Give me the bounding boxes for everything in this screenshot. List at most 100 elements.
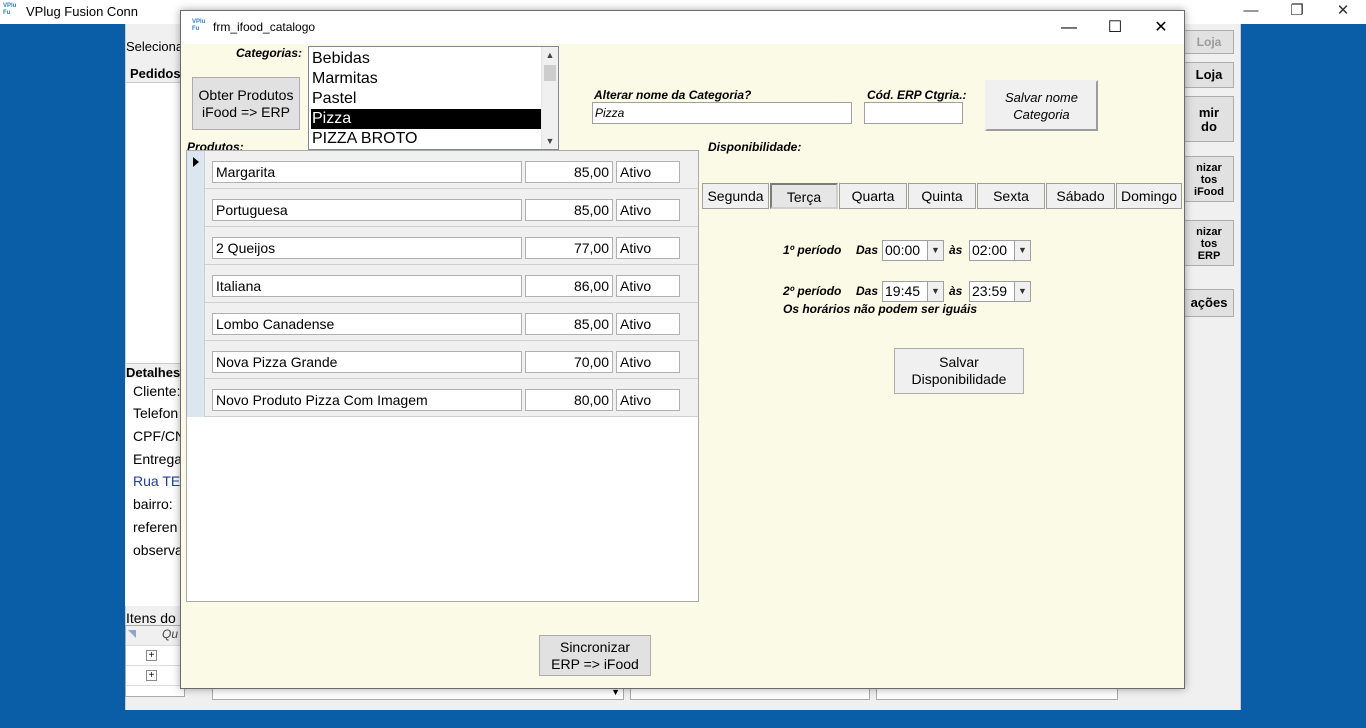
minimize-icon[interactable]: —	[1046, 11, 1092, 44]
category-scrollbar[interactable]: ▲ ▼	[541, 47, 558, 149]
product-price-cell[interactable]: 70,00	[525, 351, 613, 373]
desktop-left	[0, 24, 125, 728]
product-name-cell[interactable]: Portuguesa	[212, 199, 522, 221]
periodo1-to-select[interactable]: 02:00 ▼	[969, 240, 1031, 261]
chevron-down-icon[interactable]: ▼	[1014, 241, 1030, 260]
das-label-1: Das	[856, 243, 879, 257]
chevron-down-icon[interactable]: ▼	[927, 282, 943, 301]
bg-button-imprimir[interactable]: mir do	[1184, 96, 1234, 142]
product-price-cell[interactable]: 80,00	[525, 389, 613, 411]
salvar-nome-categoria-button[interactable]: Salvar nome Categoria	[985, 80, 1098, 131]
close-icon[interactable]: ✕	[1138, 11, 1184, 44]
product-name-cell[interactable]: 2 Queijos	[212, 237, 522, 259]
main-minimize-icon[interactable]: —	[1228, 0, 1274, 24]
product-name-cell[interactable]: Nova Pizza Grande	[212, 351, 522, 373]
product-name-cell[interactable]: Italiana	[212, 275, 522, 297]
sincronizar-erp-ifood-button[interactable]: Sincronizar ERP => iFood	[539, 635, 651, 676]
table-row[interactable]: +	[126, 666, 186, 686]
bg-button-loja[interactable]: Loja	[1184, 62, 1234, 88]
product-price-cell[interactable]: 85,00	[525, 199, 613, 221]
row-header[interactable]	[187, 379, 205, 417]
periodo1-from-select[interactable]: 00:00 ▼	[882, 240, 944, 261]
table-row[interactable]: Nova Pizza Grande 70,00 Ativo	[187, 341, 698, 379]
grid-header-qu: Qu	[162, 627, 179, 641]
table-row[interactable]: +	[126, 646, 186, 666]
categorias-label: Categorias:	[236, 46, 303, 60]
periodo2-to-select[interactable]: 23:59 ▼	[969, 281, 1031, 302]
pedidos-list[interactable]	[125, 82, 185, 364]
products-grid[interactable]: Margarita 85,00 Ativo Portuguesa 85,00 Ativo 2…	[186, 150, 699, 602]
bg-bottom-combo[interactable]: ▼	[212, 687, 624, 700]
tab-quinta[interactable]: Quinta	[908, 183, 976, 209]
cod-erp-label: Cód. ERP Ctgria.:	[867, 88, 967, 102]
category-listbox[interactable]: Bebidas Marmitas Pastel Pizza PIZZA BROT…	[308, 46, 559, 150]
table-row[interactable]: Novo Produto Pizza Com Imagem 80,00 Ativo	[187, 379, 698, 417]
row-header[interactable]	[187, 189, 205, 227]
product-status-cell[interactable]: Ativo	[616, 389, 680, 411]
bairro-label: bairro:	[133, 496, 173, 512]
periodo2-from-select[interactable]: 19:45 ▼	[882, 281, 944, 302]
disponibilidade-label: Disponibilidade:	[708, 140, 802, 154]
product-price-cell[interactable]: 85,00	[525, 161, 613, 183]
expand-plus-icon[interactable]: +	[146, 670, 157, 681]
cod-erp-input[interactable]	[864, 102, 963, 124]
product-status-cell[interactable]: Ativo	[616, 275, 680, 297]
table-row[interactable]: Italiana 86,00 Ativo	[187, 265, 698, 303]
tab-sexta[interactable]: Sexta	[977, 183, 1045, 209]
row-header[interactable]	[187, 303, 205, 341]
tab-quarta[interactable]: Quarta	[839, 183, 907, 209]
das-label-2: Das	[856, 284, 879, 298]
maximize-icon[interactable]: ☐	[1092, 11, 1138, 44]
salvar-disponibilidade-button[interactable]: Salvar Disponibilidade	[894, 348, 1024, 394]
tab-sbado[interactable]: Sábado	[1046, 183, 1115, 209]
bg-button-sync-ifood[interactable]: nizar tos iFood	[1184, 156, 1234, 202]
category-item[interactable]: PIZZA BROTO	[311, 129, 541, 149]
category-item[interactable]: Pastel	[311, 89, 541, 109]
category-name-input[interactable]: Pizza	[592, 102, 852, 124]
product-status-cell[interactable]: Ativo	[616, 351, 680, 373]
scroll-thumb[interactable]	[544, 65, 556, 81]
category-item[interactable]: Bebidas	[311, 49, 541, 69]
scroll-down-icon[interactable]: ▼	[542, 133, 558, 149]
main-close-icon[interactable]: ✕	[1320, 0, 1366, 24]
main-restore-icon[interactable]: ❐	[1274, 0, 1320, 24]
table-row[interactable]: 2 Queijos 77,00 Ativo	[187, 227, 698, 265]
product-status-cell[interactable]: Ativo	[616, 199, 680, 221]
product-status-cell[interactable]: Ativo	[616, 237, 680, 259]
product-status-cell[interactable]: Ativo	[616, 313, 680, 335]
bg-bottom-field-3[interactable]	[876, 688, 1118, 700]
chevron-down-icon[interactable]: ▼	[927, 241, 943, 260]
telefone-label: Telefon	[133, 405, 179, 421]
row-header[interactable]	[187, 227, 205, 265]
category-item[interactable]: Marmitas	[311, 69, 541, 89]
chevron-down-icon[interactable]: ▼	[1014, 282, 1030, 301]
obter-produtos-button[interactable]: Obter Produtos iFood => ERP	[192, 77, 300, 130]
category-item-selected[interactable]: Pizza	[311, 109, 541, 129]
product-price-cell[interactable]: 86,00	[525, 275, 613, 297]
product-name-cell[interactable]: Lombo Canadense	[212, 313, 522, 335]
bg-bottom-field-2[interactable]	[630, 688, 870, 700]
product-price-cell[interactable]: 77,00	[525, 237, 613, 259]
product-name-cell[interactable]: Margarita	[212, 161, 522, 183]
tab-tera[interactable]: Terça	[770, 183, 838, 209]
bg-button-sync-erp[interactable]: nizar tos ERP	[1184, 220, 1234, 266]
scroll-up-icon[interactable]: ▲	[542, 47, 558, 63]
table-row[interactable]: Margarita 85,00 Ativo	[187, 151, 698, 189]
horarios-warning: Os horários não podem ser iguáis	[783, 302, 978, 316]
bg-button-loja-disabled: Loja	[1184, 30, 1234, 54]
product-status-cell[interactable]: Ativo	[616, 161, 680, 183]
bg-button-configuracoes[interactable]: ações	[1184, 289, 1234, 317]
table-row[interactable]: Portuguesa 85,00 Ativo	[187, 189, 698, 227]
row-header[interactable]	[187, 265, 205, 303]
itens-grid[interactable]: Qu + +	[125, 625, 186, 697]
row-header[interactable]	[187, 341, 205, 379]
tab-domingo[interactable]: Domingo	[1116, 183, 1182, 209]
expand-plus-icon[interactable]: +	[146, 650, 157, 661]
cliente-label: Cliente:	[133, 383, 181, 399]
product-price-cell[interactable]: 85,00	[525, 313, 613, 335]
tab-segunda[interactable]: Segunda	[702, 183, 769, 209]
table-row[interactable]: Lombo Canadense 85,00 Ativo	[187, 303, 698, 341]
product-name-cell[interactable]: Novo Produto Pizza Com Imagem	[212, 389, 522, 411]
row-header[interactable]	[187, 151, 205, 189]
periodo1-from-value: 00:00	[885, 242, 921, 258]
